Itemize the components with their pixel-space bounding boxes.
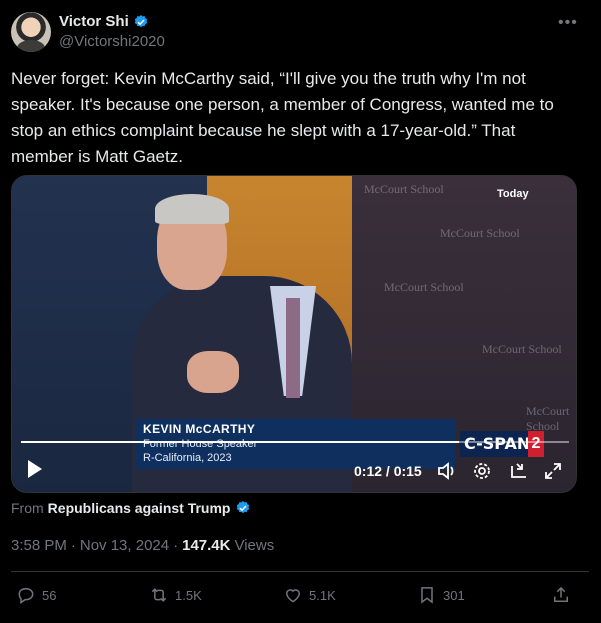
reply-button[interactable]: 56 (16, 585, 56, 605)
bookmark-icon (421, 587, 433, 604)
wall-text: McCourt School (440, 226, 520, 240)
play-icon[interactable] (26, 459, 44, 479)
display-name[interactable]: Victor Shi (59, 13, 129, 30)
like-count: 5.1K (309, 587, 336, 603)
verified-badge-icon (134, 14, 147, 27)
share-icon (554, 586, 568, 602)
verified-badge-icon (236, 501, 249, 514)
tweet: Victor Shi @Victorshi2020 ••• Never forg… (0, 0, 601, 623)
repost-icon (151, 588, 167, 602)
reply-icon (18, 588, 34, 604)
speaker-hand (187, 351, 239, 393)
attribution-source[interactable]: Republicans against Trump (48, 500, 231, 516)
lower-third-title: Former House Speaker (143, 438, 258, 450)
like-icon (285, 589, 301, 603)
attribution: From Republicans against Trump (11, 500, 251, 516)
wall-text: McCourt School (364, 182, 444, 196)
repost-count: 1.5K (175, 587, 202, 603)
today-badge: Today (497, 188, 529, 200)
progress-fill (21, 441, 460, 443)
bookmark-button[interactable]: 301 (417, 585, 465, 605)
speaker-hair (155, 194, 229, 224)
attribution-prefix: From (11, 500, 44, 516)
bookmark-count: 301 (443, 587, 465, 603)
avatar[interactable] (11, 12, 51, 52)
network-logo: C-SPAN (464, 434, 531, 453)
tweet-time[interactable]: 3:58 PM (11, 537, 67, 554)
settings-icon[interactable] (472, 461, 492, 481)
wall-text: McCourt School (482, 342, 562, 356)
video-time: 0:12 / 0:15 (354, 463, 422, 479)
tweet-date[interactable]: Nov 13, 2024 (80, 537, 169, 554)
handle[interactable]: @Victorshi2020 (59, 33, 165, 50)
wall-text: McCourt School (384, 280, 464, 294)
more-icon[interactable]: ••• (558, 14, 578, 32)
meta-separator: · (173, 537, 179, 554)
like-button[interactable]: 5.1K (283, 585, 336, 605)
share-button[interactable] (551, 585, 571, 605)
volume-icon[interactable] (437, 461, 457, 481)
reply-count: 56 (42, 587, 57, 603)
divider (11, 571, 589, 572)
meta-separator: · (70, 537, 76, 554)
action-bar: 56 1.5K 5.1K 301 (11, 585, 577, 609)
tweet-meta: 3:58 PM · Nov 13, 2024 · 147.4K Views (11, 537, 274, 554)
repost-button[interactable]: 1.5K (149, 585, 202, 605)
progress-bar[interactable] (21, 441, 569, 443)
network-number: 2 (528, 431, 544, 457)
video-player[interactable]: McCourt School McCourt School McCourt Sc… (11, 175, 577, 493)
views-label: Views (234, 537, 275, 554)
pip-icon[interactable] (509, 461, 529, 481)
author-name-row: Victor Shi (59, 13, 149, 30)
lower-third-name: KEVIN McCARTHY (143, 422, 256, 436)
views-count: 147.4K (182, 537, 231, 554)
wall-text: McCourt School (526, 404, 570, 433)
speaker-tie (286, 298, 300, 398)
lower-third-subtitle: R-California, 2023 (143, 452, 232, 464)
fullscreen-icon[interactable] (543, 461, 563, 481)
tweet-text: Never forget: Kevin McCarthy said, “I'll… (11, 69, 554, 166)
